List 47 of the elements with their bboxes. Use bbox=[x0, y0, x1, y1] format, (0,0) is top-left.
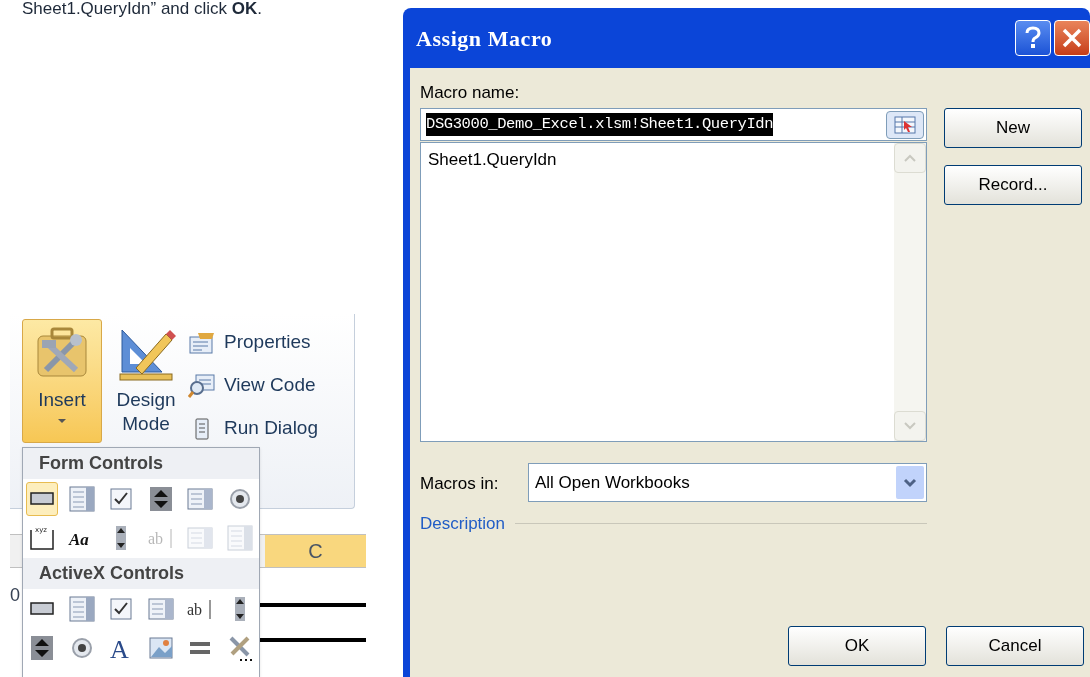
ribbon-button[interactable]: Design Mode bbox=[106, 319, 186, 443]
section-label: Description bbox=[420, 513, 506, 535]
dialog-button[interactable]: New bbox=[944, 108, 1082, 148]
window-title: Assign Macro bbox=[416, 24, 553, 53]
caret-down-icon bbox=[904, 422, 916, 430]
properties-icon bbox=[188, 330, 216, 355]
collapse-dialog-button[interactable] bbox=[886, 110, 924, 139]
spin-button-icon bbox=[28, 634, 56, 662]
macros-in-dropdown[interactable]: All Open Workbooks bbox=[528, 463, 927, 502]
list-box-icon bbox=[186, 485, 214, 513]
field-label: Macros in: bbox=[420, 473, 499, 495]
dialog-button[interactable]: OK bbox=[788, 626, 926, 666]
list-item[interactable]: Sheet1.QueryIdn bbox=[427, 147, 894, 173]
list-box-icon bbox=[186, 524, 214, 552]
caret-up-icon bbox=[904, 154, 916, 162]
combo-box-icon bbox=[225, 524, 254, 552]
help-icon bbox=[1023, 26, 1043, 50]
ribbon-button[interactable]: View Code bbox=[188, 367, 318, 404]
checkbox-icon bbox=[107, 595, 135, 623]
caret-down-icon bbox=[903, 477, 917, 488]
combo-box-icon bbox=[67, 595, 96, 623]
ribbon-button[interactable]: Run Dialog bbox=[188, 410, 318, 447]
caret-down-icon bbox=[57, 418, 67, 424]
menu-section-header: ActiveX Controls bbox=[23, 558, 259, 589]
checkbox-icon bbox=[107, 485, 135, 513]
magnifier-document-icon bbox=[188, 372, 216, 399]
cell-text: 0 bbox=[10, 584, 20, 607]
dropdown-button[interactable] bbox=[896, 466, 924, 499]
column-header: C bbox=[265, 534, 366, 568]
field-label: Macro name: bbox=[420, 82, 520, 104]
ribbon-button[interactable]: Insert bbox=[22, 319, 102, 443]
menu-section-header: Form Controls bbox=[23, 448, 259, 479]
help-button[interactable] bbox=[1015, 20, 1051, 56]
image-icon bbox=[146, 634, 175, 662]
instruction-text: Sheet1.QueryIdn” and click OK. bbox=[22, 0, 262, 18]
macro-name-field[interactable]: DSG3000_Demo_Excel.xlsm!Sheet1.QueryIdn bbox=[420, 108, 927, 141]
dropdown-value: All Open Workbooks bbox=[535, 471, 690, 494]
close-icon bbox=[1061, 27, 1083, 49]
ribbon-button[interactable]: Properties bbox=[188, 324, 318, 361]
combo-box-icon bbox=[67, 485, 96, 513]
control-option[interactable] bbox=[26, 482, 58, 516]
list-box-icon bbox=[146, 595, 175, 623]
macro-name-value: DSG3000_Demo_Excel.xlsm!Sheet1.QueryIdn bbox=[426, 112, 774, 137]
dialog-button[interactable]: Record... bbox=[944, 165, 1082, 205]
range-select-icon bbox=[894, 115, 916, 134]
close-button[interactable] bbox=[1054, 20, 1090, 56]
dialog-button[interactable]: Cancel bbox=[946, 626, 1084, 666]
